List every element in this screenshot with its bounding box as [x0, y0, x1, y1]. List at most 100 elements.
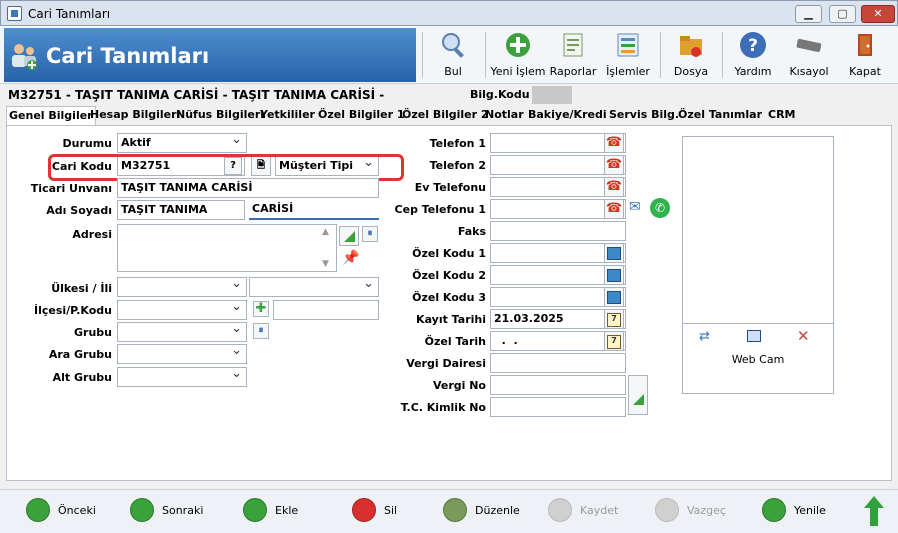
durumu-select[interactable]: Aktif: [117, 133, 247, 153]
vergi-no-label: Vergi No: [432, 379, 486, 392]
maximize-button[interactable]: ▢: [829, 5, 856, 23]
edit-icon: [443, 498, 467, 522]
swap-icon[interactable]: ⇄: [699, 329, 710, 344]
lookup-icon[interactable]: [604, 287, 624, 307]
toolbar-separator: [722, 32, 723, 78]
close-button[interactable]: ✕: [861, 5, 895, 23]
toolbar-yardim-button[interactable]: ? Yardım: [728, 28, 778, 82]
window-title: Cari Tanımları: [28, 7, 111, 21]
exit-door-icon: [858, 34, 872, 56]
ara-grubu-select[interactable]: [117, 344, 247, 364]
webcam-icon[interactable]: [747, 330, 761, 342]
tab-genel-bilgiler[interactable]: Genel Bilgiler: [6, 106, 96, 126]
tab-ozel-bilgiler-1[interactable]: Özel Bilgiler 1: [316, 106, 407, 126]
scroll-down-icon[interactable]: ▼: [322, 259, 329, 269]
ilcesi-select[interactable]: [117, 300, 247, 320]
toolbar-bul-button[interactable]: Bul: [428, 28, 478, 82]
help-icon: ?: [740, 32, 766, 58]
bilg-kodu-label: Bilg.Kodu :: [470, 88, 538, 101]
toolbar-islemler-button[interactable]: İşlemler: [602, 28, 654, 82]
tab-notlar[interactable]: Notlar: [483, 106, 526, 126]
tab-hesap-bilgileri[interactable]: Hesap Bilgileri: [88, 106, 182, 126]
pause-icon[interactable]: ⏸: [253, 323, 269, 339]
faks-label: Faks: [457, 225, 486, 238]
ili-select[interactable]: [249, 277, 379, 297]
tc-kimlik-no-input[interactable]: [490, 397, 626, 417]
ozel-kodu-3-label: Özel Kodu 3: [412, 291, 486, 304]
check-icon: [548, 498, 572, 522]
list-icon: [617, 33, 639, 57]
webcam-label: Web Cam: [731, 353, 785, 366]
verify-icon[interactable]: [628, 375, 648, 415]
add-plus-icon[interactable]: ✚: [253, 301, 269, 317]
whatsapp-icon[interactable]: ✆: [650, 198, 670, 218]
adresi-label: Adresi: [72, 228, 112, 241]
header: Cari Tanımları Bul Yeni İşlem Raporlar İ…: [0, 26, 898, 84]
tab-bar: Genel Bilgiler Hesap Bilgileri Nüfus Bil…: [6, 106, 896, 126]
lookup-icon[interactable]: [604, 243, 624, 263]
cancel-icon: [655, 498, 679, 522]
calendar-icon[interactable]: [604, 331, 624, 351]
ulkesi-select[interactable]: [117, 277, 247, 297]
tab-yetkililer[interactable]: Yetkililer: [258, 106, 317, 126]
delete-photo-icon[interactable]: ✕: [797, 327, 810, 345]
adi-input[interactable]: TAŞIT TANIMA: [117, 200, 245, 220]
lookup-icon[interactable]: [604, 265, 624, 285]
arrow-right-icon: [130, 498, 154, 522]
ara-grubu-label: Ara Grubu: [48, 348, 112, 361]
sms-icon[interactable]: ✉: [629, 199, 649, 219]
faks-input[interactable]: [490, 221, 626, 241]
arrow-up-icon[interactable]: [864, 496, 884, 526]
tab-nufus-bilgileri[interactable]: Nüfus Bilgileri: [174, 106, 266, 126]
map-icon[interactable]: [339, 226, 359, 246]
alt-grubu-select[interactable]: [117, 367, 247, 387]
ticari-unvani-input[interactable]: TAŞIT TANIMA CARİSİ: [117, 178, 379, 198]
minus-icon: [352, 498, 376, 522]
ozel-tarih-label: Özel Tarih: [424, 335, 486, 348]
adresi-textarea[interactable]: [117, 224, 337, 272]
vergi-no-input[interactable]: [490, 375, 626, 395]
scroll-up-icon[interactable]: ▲: [322, 227, 329, 237]
ilcesi-pkodu-label: İlçesi/P.Kodu: [34, 304, 112, 317]
ev-telefonu-label: Ev Telefonu: [414, 181, 486, 194]
calendar-icon[interactable]: [604, 309, 624, 329]
toolbar-separator: [660, 32, 661, 78]
toolbar-dosya-button[interactable]: Dosya: [666, 28, 716, 82]
toolbar-separator: [422, 32, 423, 78]
tab-crm[interactable]: CRM: [766, 106, 798, 126]
tab-ozel-tanimlar[interactable]: Özel Tanımlar: [676, 106, 764, 126]
minimize-button[interactable]: ▁: [795, 5, 822, 23]
grubu-select[interactable]: [117, 322, 247, 342]
photo-panel: ⇄ ✕ Web Cam: [682, 136, 834, 394]
kayit-tarihi-label: Kayıt Tarihi: [416, 313, 486, 326]
posta-kodu-input[interactable]: [273, 300, 379, 320]
plus-icon: [243, 498, 267, 522]
grubu-label: Grubu: [74, 326, 112, 339]
tab-bakiye-kredi[interactable]: Bakiye/Kredi: [526, 106, 609, 126]
cep-telefonu-label: Cep Telefonu 1: [394, 203, 486, 216]
pause-icon[interactable]: ⏸: [362, 226, 378, 242]
tab-ozel-bilgiler-2[interactable]: Özel Bilgiler 2: [400, 106, 491, 126]
vergi-dairesi-label: Vergi Dairesi: [406, 357, 486, 370]
toolbar-raporlar-button[interactable]: Raporlar: [548, 28, 598, 82]
search-user-icon: [442, 33, 464, 58]
alt-grubu-label: Alt Grubu: [52, 371, 112, 384]
ticari-unvani-label: Ticari Unvanı: [30, 182, 112, 195]
adi-soyadi-label: Adı Soyadı: [46, 204, 112, 217]
folder-icon: [680, 36, 702, 57]
page-title: Cari Tanımları: [46, 44, 210, 68]
app-icon: [7, 6, 22, 21]
soyadi-input[interactable]: CARİSİ: [249, 200, 379, 220]
pin-icon[interactable]: 📌: [342, 250, 359, 266]
toolbar-kisayol-button[interactable]: Kısayol: [782, 28, 836, 82]
phone-icon[interactable]: [604, 133, 624, 153]
phone-icon[interactable]: [604, 177, 624, 197]
svg-text:?: ?: [748, 36, 758, 56]
keyboard-icon: [796, 38, 822, 53]
tab-servis-bilg[interactable]: Servis Bilg.: [607, 106, 681, 126]
toolbar-yeni-islem-button[interactable]: Yeni İşlem: [490, 28, 546, 82]
phone-icon[interactable]: [604, 155, 624, 175]
vergi-dairesi-input[interactable]: [490, 353, 626, 373]
toolbar-kapat-button[interactable]: Kapat: [840, 28, 890, 82]
phone-icon[interactable]: [604, 199, 624, 219]
